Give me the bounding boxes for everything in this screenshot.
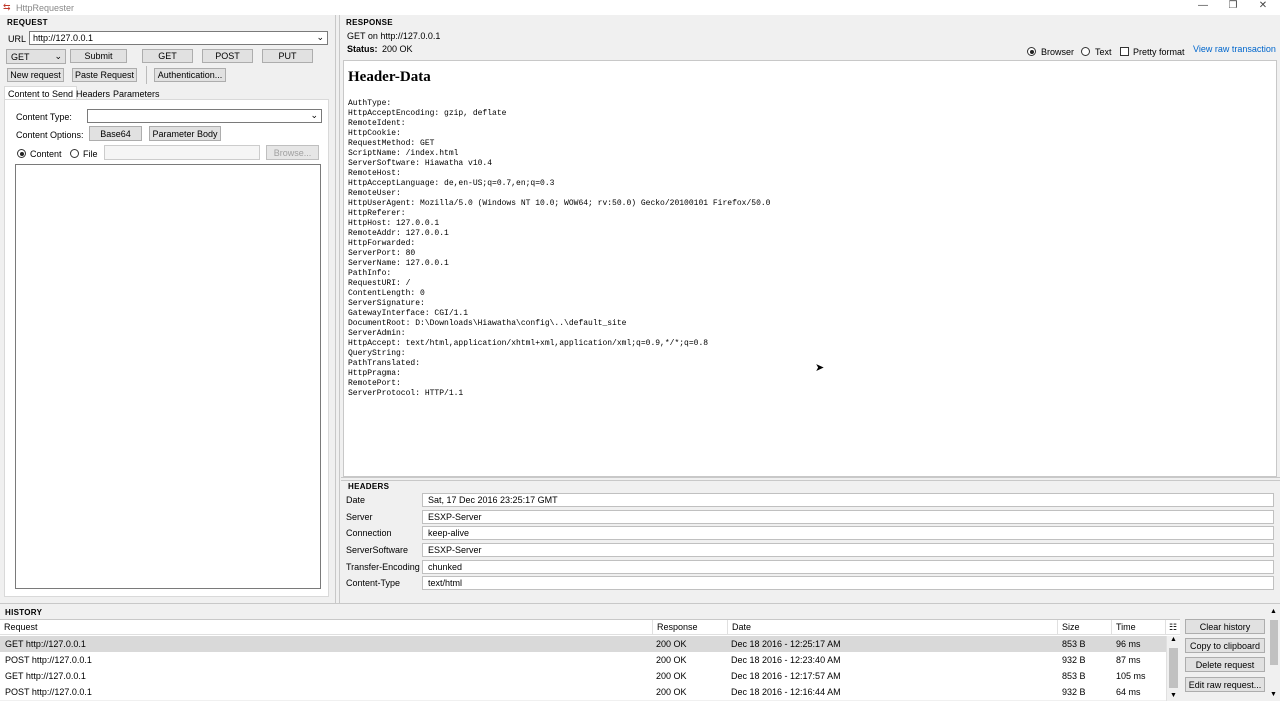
header-key: ServerSoftware bbox=[346, 545, 409, 555]
base64-button[interactable]: Base64 bbox=[89, 126, 142, 141]
history-splitter[interactable] bbox=[0, 603, 1280, 607]
app-icon: ⇆ bbox=[3, 2, 11, 12]
submit-button[interactable]: Submit bbox=[70, 49, 127, 63]
url-label: URL bbox=[8, 34, 27, 44]
page-body: AuthType: HttpAcceptEncoding: gzip, defl… bbox=[348, 99, 771, 398]
pretty-format-label: Pretty format bbox=[1133, 47, 1185, 57]
column-header-response[interactable]: Response bbox=[653, 620, 728, 635]
header-key: Server bbox=[346, 512, 373, 522]
column-header-size[interactable]: Size bbox=[1058, 620, 1112, 635]
header-row: Transfer-Encoding chunked bbox=[343, 560, 1275, 575]
file-path-input[interactable] bbox=[104, 145, 260, 160]
page-scrollbar[interactable]: ▲ ▼ bbox=[1268, 607, 1280, 700]
edit-raw-request-button[interactable]: Edit raw request... bbox=[1185, 677, 1265, 692]
header-value[interactable]: keep-alive bbox=[422, 526, 1274, 540]
browser-radio-label: Browser bbox=[1041, 47, 1075, 57]
scrollbar-thumb[interactable] bbox=[1270, 620, 1278, 665]
file-radio[interactable] bbox=[70, 149, 79, 158]
header-key: Date bbox=[346, 495, 366, 505]
content-options-label: Content Options: bbox=[16, 130, 84, 140]
scroll-down-icon[interactable]: ▼ bbox=[1170, 692, 1177, 699]
new-request-button[interactable]: New request bbox=[7, 68, 64, 82]
restore-button[interactable]: ❐ bbox=[1218, 0, 1248, 14]
table-row[interactable]: GET http://127.0.0.1 200 OK Dec 18 2016 … bbox=[0, 636, 1166, 652]
history-table: Request Response Date Size Time ☷ GET ht… bbox=[0, 619, 1180, 701]
browse-button[interactable]: Browse... bbox=[266, 145, 319, 160]
content-body-textarea[interactable] bbox=[15, 164, 321, 589]
text-radio[interactable] bbox=[1081, 47, 1090, 56]
header-row: ServerSoftware ESXP-Server bbox=[343, 543, 1275, 558]
header-row: Date Sat, 17 Dec 2016 23:25:17 GMT bbox=[343, 493, 1275, 508]
status-label: Status: bbox=[347, 44, 378, 54]
content-radio-label: Content bbox=[30, 149, 62, 159]
header-value[interactable]: ESXP-Server bbox=[422, 510, 1274, 524]
chevron-down-icon: ⌄ bbox=[316, 32, 324, 42]
scroll-down-icon[interactable]: ▼ bbox=[1270, 691, 1277, 698]
scrollbar-thumb[interactable] bbox=[1169, 648, 1178, 688]
copy-to-clipboard-button[interactable]: Copy to clipboard bbox=[1185, 638, 1265, 653]
mouse-cursor-icon: ➤ bbox=[815, 362, 825, 374]
browser-radio[interactable] bbox=[1027, 47, 1036, 56]
file-radio-label: File bbox=[83, 149, 98, 159]
column-chooser-icon[interactable]: ☷ bbox=[1166, 620, 1180, 635]
history-title: History bbox=[5, 608, 43, 617]
post-button[interactable]: POST bbox=[202, 49, 253, 63]
method-select[interactable]: GET ⌄ bbox=[6, 49, 66, 64]
get-button[interactable]: GET bbox=[142, 49, 193, 63]
close-button[interactable]: ✕ bbox=[1248, 0, 1278, 14]
header-value[interactable]: ESXP-Server bbox=[422, 543, 1274, 557]
header-row: Content-Type text/html bbox=[343, 576, 1275, 591]
parameter-body-button[interactable]: Parameter Body bbox=[149, 126, 221, 141]
content-radio[interactable] bbox=[17, 149, 26, 158]
column-header-time[interactable]: Time bbox=[1112, 620, 1166, 635]
scroll-up-icon[interactable]: ▲ bbox=[1270, 608, 1277, 615]
horizontal-splitter[interactable] bbox=[341, 477, 1280, 481]
url-input[interactable]: http://127.0.0.1 ⌄ bbox=[29, 31, 328, 45]
clear-history-button[interactable]: Clear history bbox=[1185, 619, 1265, 634]
request-title: Request bbox=[7, 18, 48, 27]
status-value: 200 OK bbox=[382, 44, 413, 54]
header-key: Transfer-Encoding bbox=[346, 562, 420, 572]
scroll-up-icon[interactable]: ▲ bbox=[1170, 636, 1177, 643]
title-bar: ⇆ HttpRequester — ❐ ✕ bbox=[0, 0, 1280, 15]
column-header-date[interactable]: Date bbox=[728, 620, 1058, 635]
response-summary: GET on http://127.0.0.1 bbox=[347, 31, 441, 41]
header-value[interactable]: Sat, 17 Dec 2016 23:25:17 GMT bbox=[422, 493, 1274, 507]
history-scrollbar[interactable]: ▲ ▼ bbox=[1166, 636, 1180, 701]
response-browser-view[interactable]: Header-Data AuthType: HttpAcceptEncoding… bbox=[343, 60, 1277, 477]
table-row[interactable]: POST http://127.0.0.1 200 OK Dec 18 2016… bbox=[0, 652, 1166, 668]
response-title: Response bbox=[346, 18, 393, 27]
delete-request-button[interactable]: Delete request bbox=[1185, 657, 1265, 672]
header-key: Content-Type bbox=[346, 578, 401, 588]
pretty-format-checkbox[interactable] bbox=[1120, 47, 1129, 56]
chevron-down-icon: ⌄ bbox=[310, 110, 318, 120]
vertical-splitter[interactable] bbox=[335, 15, 340, 604]
view-raw-transaction-link[interactable]: View raw transaction bbox=[1193, 44, 1276, 54]
content-type-select[interactable]: ⌄ bbox=[87, 109, 322, 123]
header-value[interactable]: text/html bbox=[422, 576, 1274, 590]
column-header-request[interactable]: Request bbox=[0, 620, 653, 635]
paste-request-button[interactable]: Paste Request bbox=[72, 68, 137, 82]
content-type-label: Content Type: bbox=[16, 112, 72, 122]
header-value[interactable]: chunked bbox=[422, 560, 1274, 574]
minimize-button[interactable]: — bbox=[1188, 0, 1218, 14]
tab-page: Content Type: ⌄ Content Options: Base64 … bbox=[4, 99, 329, 597]
window-title: HttpRequester bbox=[16, 3, 75, 13]
put-button[interactable]: PUT bbox=[262, 49, 313, 63]
header-key: Connection bbox=[346, 528, 392, 538]
table-row[interactable]: POST http://127.0.0.1 200 OK Dec 18 2016… bbox=[0, 684, 1166, 700]
separator bbox=[146, 66, 147, 84]
header-row: Connection keep-alive bbox=[343, 526, 1275, 541]
authentication-button[interactable]: Authentication... bbox=[154, 68, 226, 82]
text-radio-label: Text bbox=[1095, 47, 1112, 57]
header-row: Server ESXP-Server bbox=[343, 510, 1275, 525]
page-heading: Header-Data bbox=[348, 69, 431, 85]
table-row[interactable]: GET http://127.0.0.1 200 OK Dec 18 2016 … bbox=[0, 668, 1166, 684]
chevron-down-icon: ⌄ bbox=[54, 51, 62, 61]
headers-title: Headers bbox=[348, 482, 390, 491]
